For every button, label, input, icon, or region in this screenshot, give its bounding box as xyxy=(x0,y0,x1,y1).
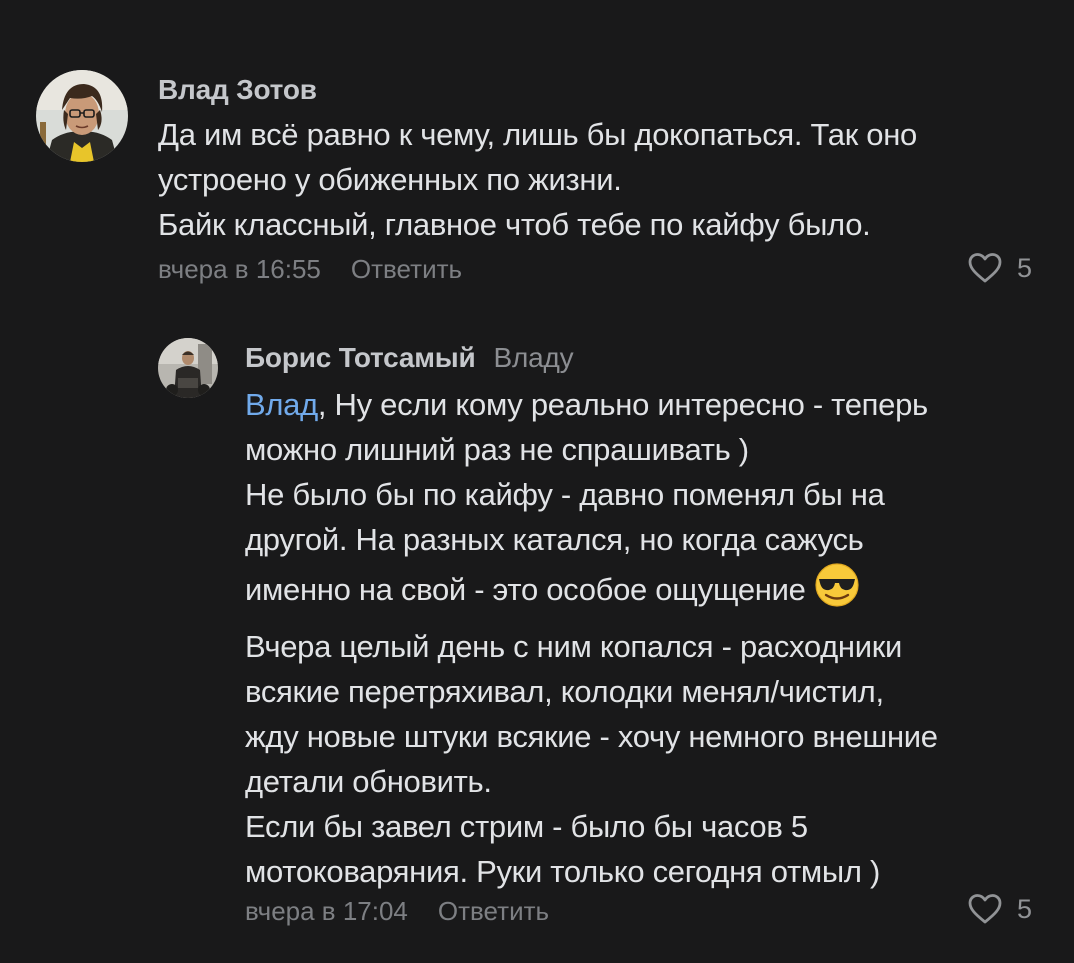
comment-text-line: другой. На разных катался, но когда сажу… xyxy=(245,522,864,557)
comment-text-line: Влад, Ну если кому реально интересно - т… xyxy=(245,382,938,427)
comment-text-line: можно лишний раз не спрашивать ) xyxy=(245,432,749,467)
comment-time: вчера в 17:04 xyxy=(245,896,408,926)
comment-meta: вчера в 16:55 Ответить xyxy=(158,254,462,285)
comment-meta: вчера в 17:04 Ответить xyxy=(245,896,549,927)
like-button[interactable]: 5 xyxy=(967,252,1032,284)
avatar[interactable] xyxy=(36,70,128,162)
comment-text-line: Вчера целый день с ним копался - расходн… xyxy=(245,629,903,664)
comment-text-line: устроено у обиженных по жизни. xyxy=(158,162,622,197)
comment-text-line: Байк классный, главное чтоб тебе по кайф… xyxy=(158,207,871,242)
comment-author: Борис Тотсамый Владу xyxy=(245,342,574,374)
comment-text-line: детали обновить. xyxy=(245,764,492,799)
comment-text-fragment: именно на свой - это особое ощущение xyxy=(245,572,806,607)
comment-boris-totsamy: Борис Тотсамый Владу Влад, Ну если кому р… xyxy=(0,300,1074,963)
avatar-image xyxy=(158,338,218,398)
comment-text-fragment: , Ну если кому реально интересно - тепер… xyxy=(317,387,928,422)
sunglasses-emoji-icon xyxy=(814,562,860,624)
comment-text-line: Если бы завел стрим - было бы часов 5 xyxy=(245,809,808,844)
comment-text-line: жду новые штуки всякие - хочу немного вн… xyxy=(245,719,938,754)
comment-text-line: Не было бы по кайфу - давно поменял бы н… xyxy=(245,477,885,512)
comment-vlad-zotov: Влад Зотов Да им всё равно к чему, лишь … xyxy=(0,0,1074,300)
comment-time: вчера в 16:55 xyxy=(158,254,321,284)
comment-text-line: Да им всё равно к чему, лишь бы докопать… xyxy=(158,117,917,152)
avatar-image xyxy=(36,70,128,162)
comment-text: Влад, Ну если кому реально интересно - т… xyxy=(245,382,938,894)
reply-button[interactable]: Ответить xyxy=(438,896,549,926)
comment-text-line: именно на свой - это особое ощущение xyxy=(245,562,938,624)
comment-author-name[interactable]: Борис Тотсамый xyxy=(245,342,476,373)
like-count: 5 xyxy=(1017,252,1033,283)
reply-button[interactable]: Ответить xyxy=(351,254,462,284)
reply-to-label[interactable]: Владу xyxy=(494,342,574,373)
comment-text-line: всякие перетряхивал, колодки менял/чисти… xyxy=(245,674,884,709)
comment-text-line: мотоковаряния. Руки только сегодня отмыл… xyxy=(245,854,880,889)
like-button[interactable]: 5 xyxy=(967,893,1032,925)
mention-link[interactable]: Влад xyxy=(245,387,318,422)
comment-author[interactable]: Влад Зотов xyxy=(158,74,317,106)
heart-icon xyxy=(968,253,1002,283)
like-count: 5 xyxy=(1017,893,1033,924)
heart-icon xyxy=(968,894,1002,924)
comment-text: Да им всё равно к чему, лишь бы докопать… xyxy=(158,112,917,247)
avatar[interactable] xyxy=(158,338,218,398)
